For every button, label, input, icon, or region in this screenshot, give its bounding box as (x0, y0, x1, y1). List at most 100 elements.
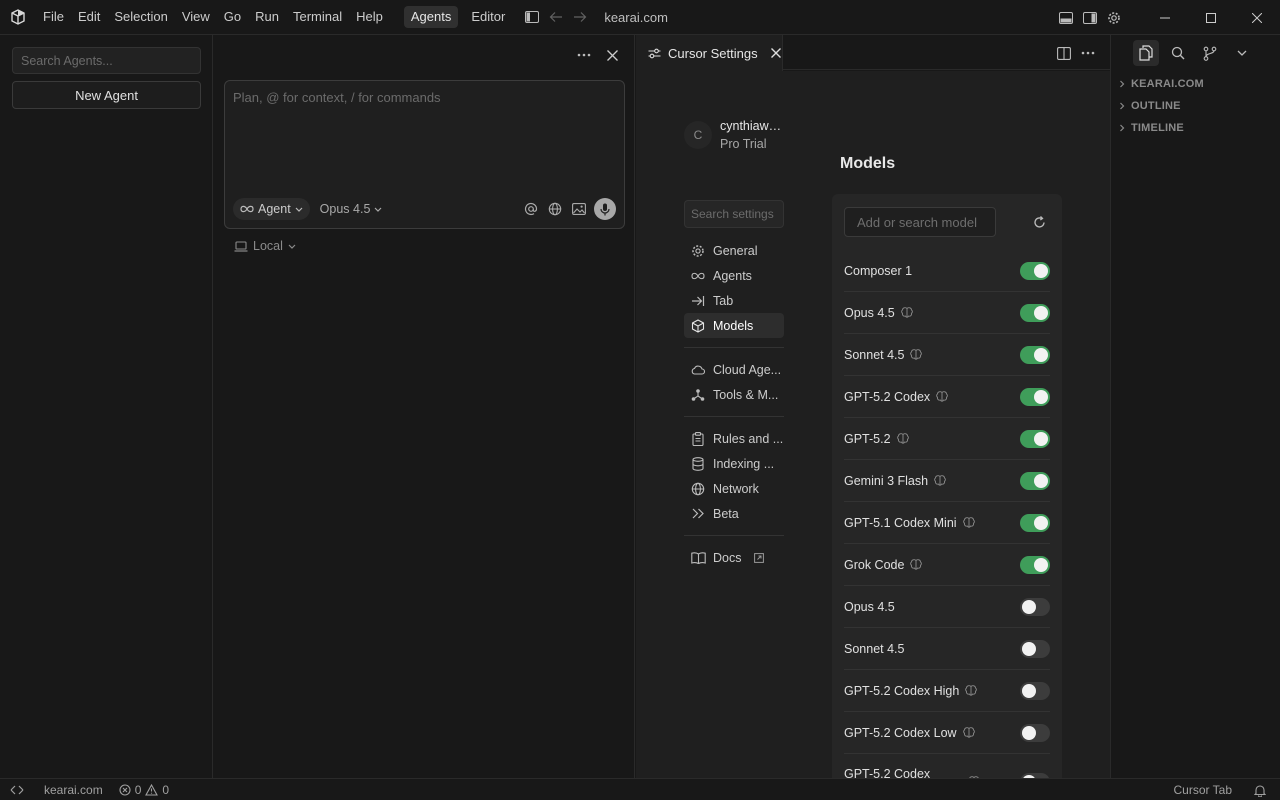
brain-icon (965, 685, 978, 696)
menu-help[interactable]: Help (349, 5, 390, 29)
model-toggle[interactable] (1020, 471, 1050, 490)
model-row: Sonnet 4.5 (844, 628, 1050, 670)
location-dropdown[interactable]: Local (234, 239, 296, 253)
refresh-icon[interactable] (1030, 213, 1048, 231)
model-label: GPT-5.2 Codex High (844, 683, 960, 698)
app-logo-icon[interactable] (0, 0, 36, 35)
models-card: Composer 1 Opus 4.5 Sonnet 4.5 GPT-5.2 Code… (832, 194, 1062, 778)
nav-item-indexing[interactable]: Indexing ... (684, 451, 784, 476)
explorer-files-icon[interactable] (1133, 40, 1159, 66)
toggle-knob (1022, 725, 1036, 740)
model-toggle[interactable] (1020, 681, 1050, 700)
nav-divider (684, 416, 784, 417)
nav-item-network[interactable]: Network (684, 476, 784, 501)
problems-indicator[interactable]: 0 0 (111, 779, 177, 800)
nav-item-beta[interactable]: Beta (684, 501, 784, 526)
back-arrow-icon[interactable] (544, 5, 568, 29)
book-icon (690, 550, 706, 566)
model-name: Sonnet 4.5 (844, 347, 923, 362)
brain-icon (900, 307, 913, 318)
remote-indicator-icon[interactable] (0, 779, 34, 800)
model-label: GPT-5.2 Codex Low (844, 725, 957, 740)
globe-icon[interactable] (546, 197, 564, 221)
menu-run[interactable]: Run (248, 5, 286, 29)
agents-mode-button[interactable]: Agents (403, 6, 459, 28)
model-row: Opus 4.5 (844, 586, 1050, 628)
editor-tab-bar: Cursor Settings (636, 35, 1110, 71)
infinity-icon (690, 268, 706, 284)
forward-arrow-icon[interactable] (568, 5, 592, 29)
bell-icon[interactable] (1246, 779, 1280, 800)
microphone-icon[interactable] (594, 198, 616, 220)
nav-item-models[interactable]: Models (684, 313, 784, 338)
more-actions-icon[interactable] (572, 43, 596, 67)
model-toggle[interactable] (1020, 303, 1050, 322)
more-actions-icon[interactable] (1076, 41, 1100, 65)
model-toggle[interactable] (1020, 723, 1050, 742)
minimize-icon[interactable] (1142, 0, 1188, 35)
menu-go[interactable]: Go (217, 5, 248, 29)
nav-item-docs[interactable]: Docs (684, 545, 784, 570)
chevron-down-icon[interactable] (1229, 40, 1255, 66)
menu-file[interactable]: File (36, 5, 71, 29)
maximize-icon[interactable] (1188, 0, 1234, 35)
toggle-knob (1034, 557, 1048, 572)
nav-item-agents[interactable]: Agents (684, 263, 784, 288)
new-agent-button[interactable]: New Agent (12, 81, 201, 109)
add-search-model-input[interactable] (844, 207, 996, 237)
nav-label: Indexing ... (713, 456, 775, 471)
model-row: GPT-5.2 Codex High (844, 670, 1050, 712)
model-toggle[interactable] (1020, 261, 1050, 280)
search-icon[interactable] (1165, 40, 1191, 66)
agent-composer[interactable]: Plan, @ for context, / for commands Agen… (224, 80, 625, 229)
menu-view[interactable]: View (175, 5, 217, 29)
model-toggle[interactable] (1020, 429, 1050, 448)
search-agents-input[interactable] (12, 47, 201, 74)
menu-selection[interactable]: Selection (107, 5, 174, 29)
nav-item-general[interactable]: General (684, 238, 784, 263)
nav-item-rules[interactable]: Rules and ... (684, 426, 784, 451)
model-toggle[interactable] (1020, 387, 1050, 406)
search-settings-input[interactable] (684, 200, 784, 228)
source-control-icon[interactable] (1197, 40, 1223, 66)
model-label: Sonnet 4.5 (844, 347, 905, 362)
image-icon[interactable] (570, 197, 588, 221)
editor-mode-button[interactable]: Editor (464, 6, 512, 28)
model-toggle[interactable] (1020, 555, 1050, 574)
section-timeline[interactable]: TIMELINE (1117, 117, 1204, 139)
nav-item-cloud-agents[interactable]: Cloud Age... (684, 357, 784, 382)
section-kearai-com[interactable]: KEARAI.COM (1117, 73, 1204, 95)
model-dropdown[interactable]: Opus 4.5 (320, 202, 383, 216)
composer-input[interactable]: Plan, @ for context, / for commands (233, 90, 613, 105)
toggle-knob (1034, 431, 1048, 446)
split-editor-icon[interactable] (1052, 41, 1076, 65)
close-window-icon[interactable] (1234, 0, 1280, 35)
toggle-secondary-sidebar-icon[interactable] (1078, 6, 1102, 30)
nav-item-tools[interactable]: Tools & M... (684, 382, 784, 407)
close-tab-icon[interactable] (770, 48, 781, 58)
close-pane-icon[interactable] (600, 43, 624, 67)
model-toggle[interactable] (1020, 597, 1050, 616)
section-outline[interactable]: OUTLINE (1117, 95, 1204, 117)
agent-mode-dropdown[interactable]: Agent (233, 198, 310, 220)
model-toggle[interactable] (1020, 513, 1050, 532)
gear-icon (690, 243, 706, 259)
toggle-knob (1022, 683, 1036, 698)
nav-label: Docs (713, 550, 742, 565)
external-link-icon (754, 552, 765, 563)
nav-label: Models (713, 318, 754, 333)
model-toggle[interactable] (1020, 639, 1050, 658)
model-label: Opus 4.5 (844, 305, 895, 320)
tab-cursor-settings[interactable]: Cursor Settings (636, 35, 783, 71)
toggle-sidebar-icon[interactable] (520, 5, 544, 29)
toggle-panel-icon[interactable] (1054, 6, 1078, 30)
menu-terminal[interactable]: Terminal (286, 5, 349, 29)
nav-item-tab[interactable]: Tab (684, 288, 784, 313)
settings-gear-icon[interactable] (1102, 6, 1126, 30)
menu-edit[interactable]: Edit (71, 5, 107, 29)
remote-host[interactable]: kearai.com (34, 779, 111, 800)
at-mention-icon[interactable] (522, 197, 540, 221)
status-bar: kearai.com 0 0 Cursor Tab (0, 778, 1280, 800)
model-toggle[interactable] (1020, 345, 1050, 364)
cursor-tab-status[interactable]: Cursor Tab (1166, 779, 1246, 800)
